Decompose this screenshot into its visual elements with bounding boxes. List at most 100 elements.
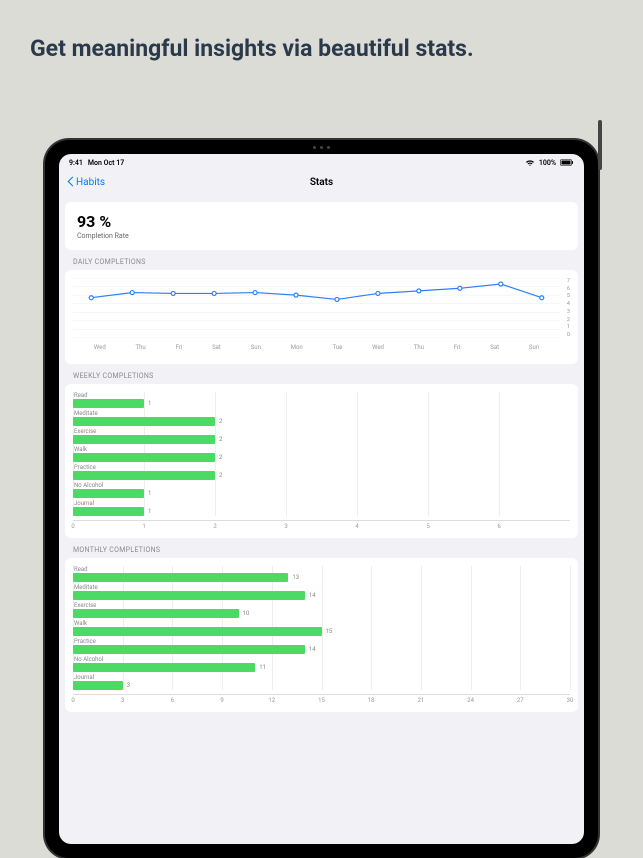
xaxis-tick: 1 xyxy=(142,523,145,530)
bar-value: 2 xyxy=(219,436,222,443)
bar-label: Journal xyxy=(74,500,570,507)
xaxis-tick: 21 xyxy=(418,697,425,704)
content-scroll[interactable]: 93 % Completion Rate DAILY COMPLETIONS W… xyxy=(59,196,584,844)
bar-row: Practice2 xyxy=(73,464,570,480)
bar-fill xyxy=(73,399,144,408)
bar-label: Exercise xyxy=(74,428,570,435)
bar-fill xyxy=(73,681,123,690)
status-time: 9:41 xyxy=(69,159,83,167)
xaxis-tick: Fri xyxy=(454,344,461,351)
wifi-icon xyxy=(525,159,535,167)
back-button[interactable]: Habits xyxy=(67,176,105,188)
xaxis-tick: 0 xyxy=(71,523,74,530)
bar-label: Read xyxy=(74,392,570,399)
xaxis-tick: 3 xyxy=(121,697,124,704)
xaxis-tick: 6 xyxy=(171,697,174,704)
bar-fill xyxy=(73,435,215,444)
xaxis-tick: 27 xyxy=(517,697,524,704)
yaxis-tick: 7 xyxy=(567,278,570,284)
bar-value: 1 xyxy=(148,490,151,497)
xaxis-tick: Thu xyxy=(136,344,146,351)
bar-value: 15 xyxy=(326,628,333,635)
bar-value: 14 xyxy=(309,592,316,599)
xaxis-tick: Thu xyxy=(414,344,424,351)
xaxis-tick: 24 xyxy=(467,697,474,704)
xaxis-tick: Wed xyxy=(372,344,384,351)
bar-row: Journal1 xyxy=(73,500,570,516)
screen: 9:41 Mon Oct 17 100% Habits Stats xyxy=(59,154,584,844)
bar-value: 1 xyxy=(148,508,151,515)
section-title-monthly: MONTHLY COMPLETIONS xyxy=(73,546,578,554)
page-title: Stats xyxy=(310,177,333,188)
yaxis-tick: 6 xyxy=(567,286,570,292)
monthly-chart-card: Read13Meditate14Exercise10Walk15Practice… xyxy=(65,558,578,712)
xaxis-tick: 3 xyxy=(284,523,287,530)
device-button-ridge xyxy=(598,120,602,170)
yaxis-tick: 1 xyxy=(567,324,570,330)
xaxis-tick: Sun xyxy=(529,344,539,351)
bar-label: Meditate xyxy=(74,410,570,417)
yaxis-tick: 4 xyxy=(567,301,570,307)
bar-fill xyxy=(73,453,215,462)
weekly-bar-chart: Read1Meditate2Exercise2Walk2Practice2No … xyxy=(73,392,570,530)
xaxis-tick: 15 xyxy=(318,697,325,704)
completion-rate-value: 93 % xyxy=(77,212,566,231)
bar-value: 13 xyxy=(292,574,299,581)
bar-value: 2 xyxy=(219,472,222,479)
battery-icon xyxy=(560,159,574,166)
completion-rate-card: 93 % Completion Rate xyxy=(65,202,578,250)
yaxis-tick: 3 xyxy=(567,309,570,315)
xaxis-tick: Fri xyxy=(176,344,183,351)
bar-value: 11 xyxy=(259,664,266,671)
xaxis-tick: Sun xyxy=(251,344,261,351)
xaxis-tick: 0 xyxy=(71,697,74,704)
xaxis-tick: 30 xyxy=(567,697,574,704)
yaxis-tick: 0 xyxy=(567,332,570,338)
bar-fill xyxy=(73,573,288,582)
xaxis-tick: 5 xyxy=(426,523,429,530)
nav-bar: Habits Stats xyxy=(59,168,584,196)
bar-row: Read1 xyxy=(73,392,570,408)
bar-fill xyxy=(73,417,215,426)
xaxis-tick: Wed xyxy=(94,344,106,351)
bar-fill xyxy=(73,489,144,498)
xaxis-tick: Sat xyxy=(490,344,499,351)
monthly-bar-chart: Read13Meditate14Exercise10Walk15Practice… xyxy=(73,566,570,704)
bar-label: Practice xyxy=(74,464,570,471)
bar-fill xyxy=(73,507,144,516)
xaxis-tick: 12 xyxy=(268,697,275,704)
xaxis-tick: 6 xyxy=(497,523,500,530)
bar-value: 2 xyxy=(219,418,222,425)
bar-value: 3 xyxy=(127,682,130,689)
bar-row: Meditate2 xyxy=(73,410,570,426)
bar-value: 1 xyxy=(148,400,151,407)
xaxis-tick: Sat xyxy=(212,344,221,351)
camera-bar xyxy=(282,144,362,150)
bar-value: 10 xyxy=(243,610,250,617)
xaxis-tick: 9 xyxy=(220,697,223,704)
back-label: Habits xyxy=(76,177,105,188)
tablet-frame: 9:41 Mon Oct 17 100% Habits Stats xyxy=(45,140,598,858)
status-bar: 9:41 Mon Oct 17 100% xyxy=(59,154,584,168)
chevron-left-icon xyxy=(67,176,74,188)
bar-row: No Alcohol1 xyxy=(73,482,570,498)
yaxis-tick: 2 xyxy=(567,317,570,323)
xaxis-tick: 18 xyxy=(368,697,375,704)
bar-fill xyxy=(73,645,305,654)
xaxis-tick: 2 xyxy=(213,523,216,530)
daily-line-chart: WedThuFriSatSunMonTueWedThuFriSatSun 765… xyxy=(73,278,570,356)
bar-fill xyxy=(73,627,322,636)
bar-value: 14 xyxy=(309,646,316,653)
weekly-chart-card: Read1Meditate2Exercise2Walk2Practice2No … xyxy=(65,384,578,538)
bar-label: No Alcohol xyxy=(74,482,570,489)
bar-fill xyxy=(73,663,255,672)
completion-rate-label: Completion Rate xyxy=(77,232,566,240)
daily-chart-card: WedThuFriSatSunMonTueWedThuFriSatSun 765… xyxy=(65,270,578,364)
xaxis-tick: 4 xyxy=(355,523,358,530)
bar-fill xyxy=(73,609,239,618)
status-battery-pct: 100% xyxy=(539,159,556,167)
marketing-headline: Get meaningful insights via beautiful st… xyxy=(30,35,613,62)
bar-row: Exercise2 xyxy=(73,428,570,444)
bar-fill xyxy=(73,591,305,600)
section-title-weekly: WEEKLY COMPLETIONS xyxy=(73,372,578,380)
